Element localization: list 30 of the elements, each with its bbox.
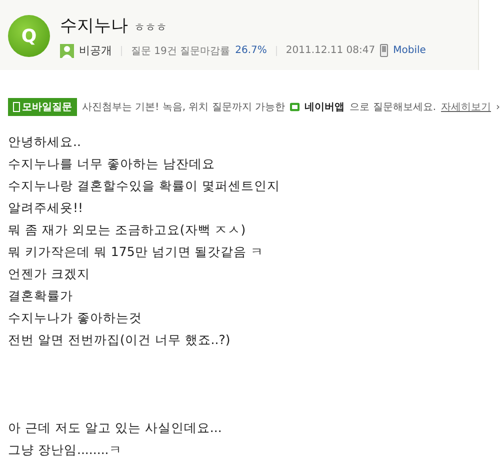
- mobile-tag: 모바일질문: [8, 98, 77, 116]
- title-suffix: ㅎㅎㅎ: [134, 20, 167, 35]
- body-line: 알려주세욧!!: [8, 199, 84, 217]
- body-line: 그냥 장난임........ㅋ: [8, 441, 123, 459]
- body-line: 수지누나가 좋아하는것: [8, 309, 143, 327]
- author-name: 비공개: [79, 43, 112, 58]
- close-rate: 26.7%: [235, 45, 267, 56]
- question-badge: Q: [8, 15, 50, 57]
- body-line: 수지누나랑 결혼할수있을 확률이 몇퍼센트인지: [8, 177, 281, 195]
- details-link[interactable]: 자세히보기: [441, 100, 491, 114]
- app-name: 네이버앱: [304, 101, 345, 114]
- app-icon: [290, 101, 300, 113]
- question-title: 수지누나: [60, 15, 128, 37]
- phone-icon: [380, 44, 388, 57]
- body-line: 결혼확률가: [8, 287, 74, 305]
- source-label: Mobile: [393, 45, 426, 56]
- body-line: 전번 알면 전번까집(이건 너무 했죠..?): [8, 331, 232, 349]
- banner-text: 사진첨부는 기본! 녹음, 위치 질문까지 가능한: [82, 101, 286, 114]
- chevron-icon: ›: [496, 102, 500, 112]
- body-line: 아 근데 저도 알고 있는 사실인데요...: [8, 419, 223, 437]
- body-line: 뭐 키가작은데 뭐 175만 넘기면 될갓같음 ㅋ: [8, 243, 265, 261]
- body-line: 수지누나를 너무 좋아하는 남잔데요: [8, 155, 216, 173]
- body-line: 언젠가 크겠지: [8, 265, 91, 283]
- avatar-icon: [60, 44, 74, 58]
- body-line: 안녕하세요..: [8, 133, 82, 151]
- banner-text: 으로 질문해보세요.: [350, 101, 436, 114]
- body-line: 뭐 좀 재가 외모는 조금하고요(자뻑 ㅈㅅ): [8, 221, 247, 239]
- post-date: 2011.12.11 08:47: [286, 45, 376, 56]
- phone-icon: [13, 102, 20, 112]
- question-stats: 질문 19건 질문마감률: [131, 44, 230, 58]
